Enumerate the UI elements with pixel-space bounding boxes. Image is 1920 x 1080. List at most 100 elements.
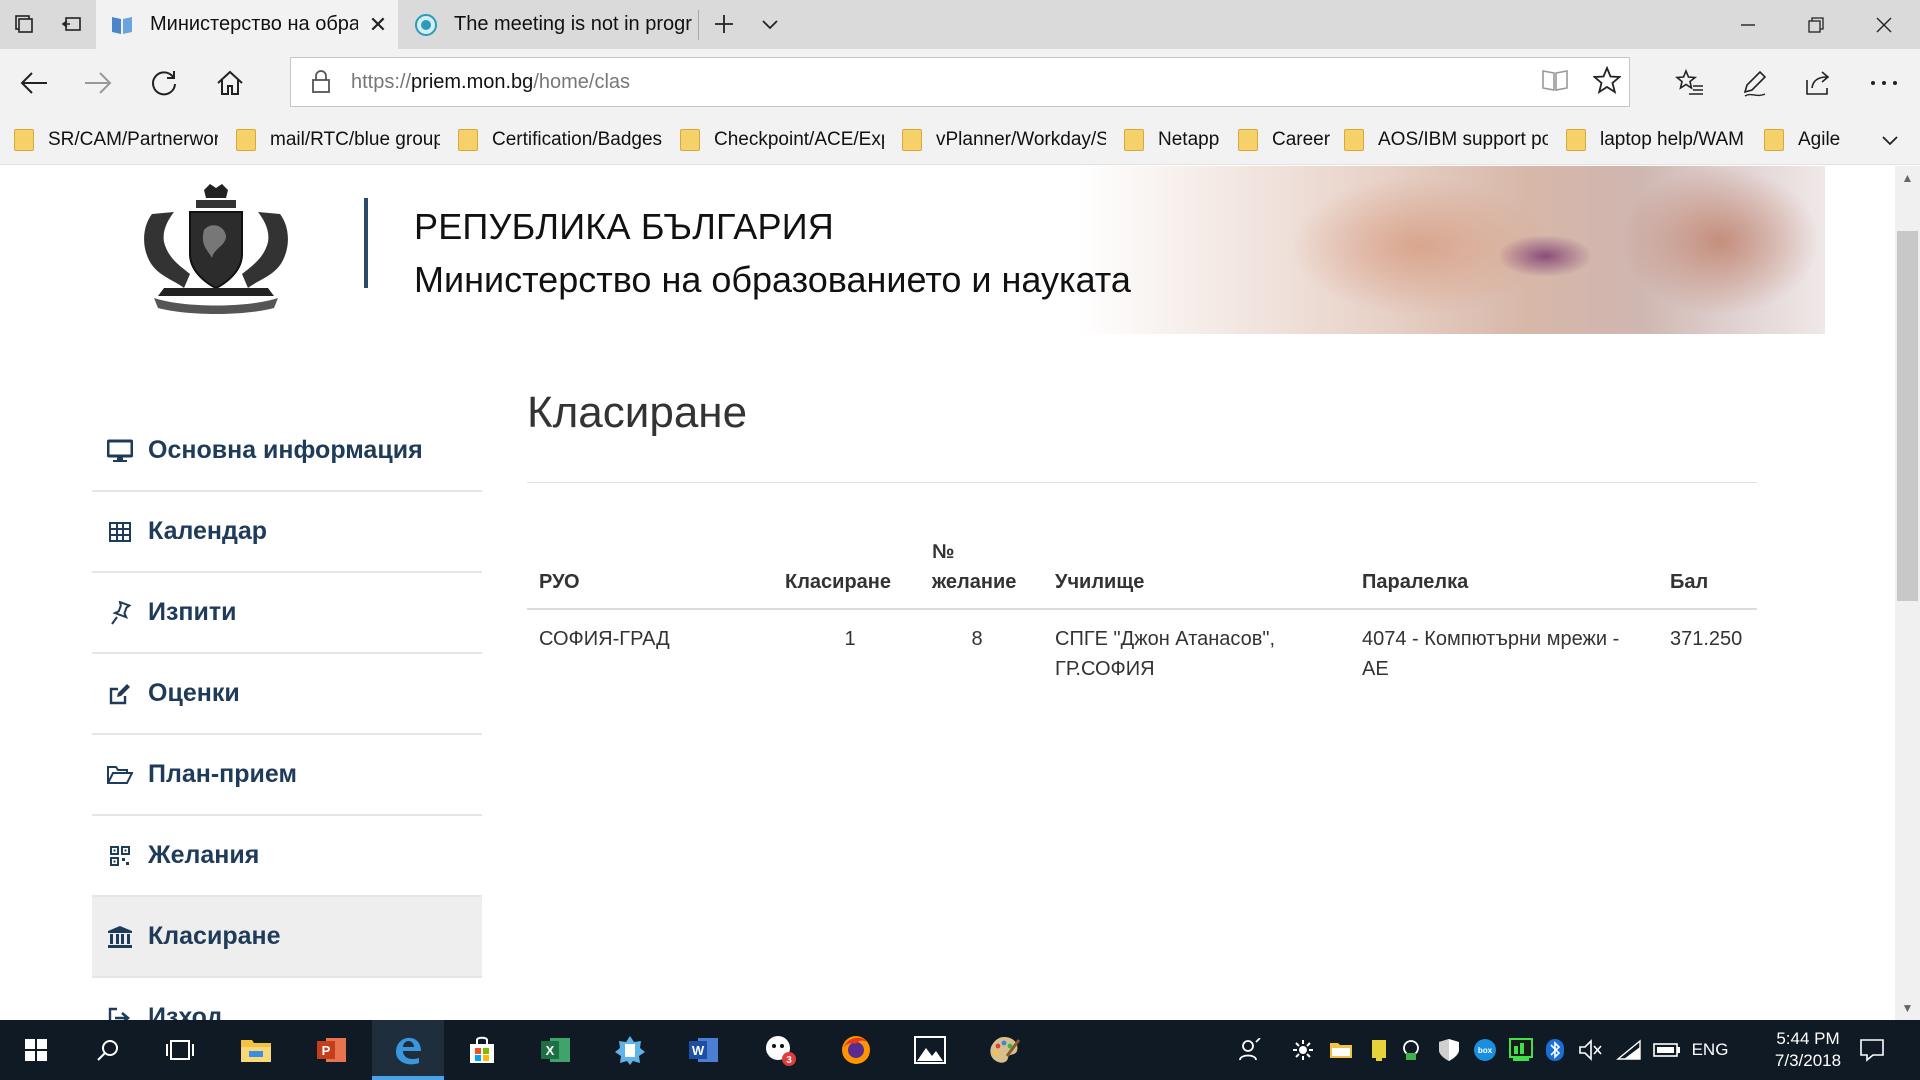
favorites-hub-icon[interactable] <box>1668 61 1712 105</box>
set-tabs-aside-icon[interactable] <box>58 10 86 38</box>
institution-icon <box>106 923 134 951</box>
favorite-star-icon[interactable] <box>1592 65 1622 99</box>
bluetooth-icon[interactable] <box>1542 1020 1568 1080</box>
sidebar-item-admission-plan[interactable]: План-прием <box>92 735 482 816</box>
close-window-icon[interactable] <box>1856 0 1912 49</box>
favorite-folder[interactable]: vPlanner/Workday/SF <box>902 115 1108 165</box>
sidebar-item-basic-info[interactable]: Основна информация <box>92 411 482 492</box>
url-text[interactable]: https://priem.mon.bg/home/clas <box>351 71 630 94</box>
file-explorer-icon[interactable] <box>220 1020 292 1080</box>
clock-date: 7/3/2018 <box>1774 1051 1842 1070</box>
clock-time: 5:44 PM <box>1776 1029 1840 1048</box>
task-view-icon[interactable] <box>144 1020 216 1080</box>
notes-app-icon[interactable] <box>594 1020 666 1080</box>
chat-app-icon[interactable]: 3 <box>744 1020 816 1080</box>
security-yellow-tray-icon[interactable] <box>1364 1020 1394 1080</box>
volume-muted-icon[interactable] <box>1576 1020 1606 1080</box>
paint-icon[interactable] <box>968 1020 1040 1080</box>
start-windows-icon[interactable] <box>0 1020 72 1080</box>
address-bar[interactable]: https://priem.mon.bg/home/clas <box>290 57 1630 107</box>
favorite-folder[interactable]: Certification/Badges/ <box>458 115 664 165</box>
sidebar-item-grades[interactable]: Оценки <box>92 654 482 735</box>
sidebar-item-wishes[interactable]: Желания <box>92 816 482 897</box>
sidebar-item-label: Оценки <box>148 679 240 707</box>
scroll-down-arrow-icon[interactable]: ▼ <box>1895 996 1920 1020</box>
cell-school-line1: СПГЕ "Джон Атанасов", <box>1055 628 1276 650</box>
tab-ministry[interactable]: Министерство на обра ✕ <box>96 0 398 49</box>
excel-icon[interactable]: X <box>520 1020 592 1080</box>
folder-open-icon <box>106 761 134 789</box>
sidebar-item-exams[interactable]: Изпити <box>92 573 482 654</box>
store-icon[interactable] <box>446 1020 518 1080</box>
refresh-icon[interactable] <box>142 61 186 105</box>
search-icon[interactable] <box>72 1020 144 1080</box>
action-center-icon[interactable] <box>1850 1020 1894 1080</box>
cell-school-line2: ГР.СОФИЯ <box>1055 658 1155 680</box>
new-tab-icon[interactable] <box>710 10 738 38</box>
shield-icon[interactable] <box>1434 1020 1464 1080</box>
scroll-thumb[interactable] <box>1897 231 1918 601</box>
back-arrow-icon[interactable] <box>12 61 56 105</box>
word-icon[interactable]: W <box>668 1020 740 1080</box>
restore-window-icon[interactable] <box>1788 0 1844 49</box>
home-icon[interactable] <box>208 61 252 105</box>
svg-text:W: W <box>692 1043 705 1058</box>
sidebar-item-ranking[interactable]: Класиране <box>92 897 482 978</box>
sidebar-item-label: Желания <box>148 841 260 869</box>
favorite-folder[interactable]: Netapp <box>1124 115 1234 165</box>
favorite-folder[interactable]: Career <box>1238 115 1338 165</box>
network-drive-tray-icon[interactable] <box>1396 1020 1426 1080</box>
favorite-folder[interactable]: Checkpoint/ACE/Expe <box>680 115 886 165</box>
input-language[interactable]: ENG <box>1690 1020 1730 1080</box>
cell-score: 371.250 <box>1670 628 1743 650</box>
scroll-up-arrow-icon[interactable]: ▲ <box>1895 166 1920 190</box>
tab-meeting[interactable]: The meeting is not in progr <box>400 0 696 49</box>
favorite-folder[interactable]: Agile <box>1764 115 1864 165</box>
photos-icon[interactable] <box>894 1020 966 1080</box>
lock-icon[interactable] <box>291 58 351 106</box>
settings-gear-tray-icon[interactable] <box>1288 1020 1318 1080</box>
sidebar-item-label: Изпити <box>148 598 237 626</box>
notification-count: 3 <box>786 1055 792 1066</box>
tab-preview-chevron-icon[interactable] <box>756 10 784 38</box>
reading-view-icon[interactable] <box>1541 67 1569 98</box>
header-divider <box>364 198 368 288</box>
column-header-rank: Класиране <box>785 571 891 593</box>
ministry-title: Министерство на образованието и науката <box>414 259 1131 300</box>
favorite-folder[interactable]: SR/CAM/Partnerworld <box>14 115 220 165</box>
folder-tray-icon[interactable] <box>1326 1020 1356 1080</box>
forward-arrow-icon[interactable] <box>76 61 120 105</box>
column-header-ruo: РУО <box>539 571 580 593</box>
more-menu-icon[interactable] <box>1862 61 1906 105</box>
minimize-window-icon[interactable] <box>1720 0 1776 49</box>
firefox-icon[interactable] <box>820 1020 892 1080</box>
edge-browser-icon[interactable] <box>372 1020 444 1080</box>
box-sync-tray-icon[interactable]: box <box>1470 1020 1500 1080</box>
folder-icon <box>1566 129 1586 151</box>
sidebar-item-label: Изход <box>148 1003 223 1020</box>
favorites-overflow-chevron-icon[interactable] <box>1872 115 1908 165</box>
web-note-pen-icon[interactable] <box>1732 61 1776 105</box>
favorite-folder[interactable]: mail/RTC/blue groups <box>236 115 442 165</box>
meeting-favicon-icon <box>415 13 437 36</box>
wifi-icon[interactable] <box>1614 1020 1644 1080</box>
powerpoint-icon[interactable]: P <box>296 1020 368 1080</box>
battery-icon[interactable] <box>1650 1020 1684 1080</box>
url-host: priem.mon.bg <box>411 70 534 93</box>
sidebar-menu: Основна информация Календар Изпити Оценк… <box>92 411 482 1020</box>
page-scrollbar[interactable]: ▲ ▼ <box>1895 166 1920 1020</box>
sidebar-item-calendar[interactable]: Календар <box>92 492 482 573</box>
page-title: Класиране <box>527 388 748 437</box>
close-tab-icon[interactable]: ✕ <box>358 12 398 38</box>
system-clock[interactable]: 5:44 PM 7/3/2018 <box>1758 1028 1858 1072</box>
share-icon[interactable] <box>1796 61 1840 105</box>
tab-manager-icon[interactable] <box>10 10 38 38</box>
monitor-status-tray-icon[interactable] <box>1506 1020 1536 1080</box>
favorite-folder[interactable]: AOS/IBM support por <box>1344 115 1550 165</box>
column-header-class: Паралелка <box>1362 571 1469 593</box>
logout-icon <box>106 1004 134 1020</box>
people-icon[interactable] <box>1234 1020 1266 1080</box>
favorite-folder[interactable]: laptop help/WAM <box>1566 115 1762 165</box>
sidebar-item-logout[interactable]: Изход <box>92 978 482 1020</box>
header-photo-detail <box>1500 236 1590 276</box>
